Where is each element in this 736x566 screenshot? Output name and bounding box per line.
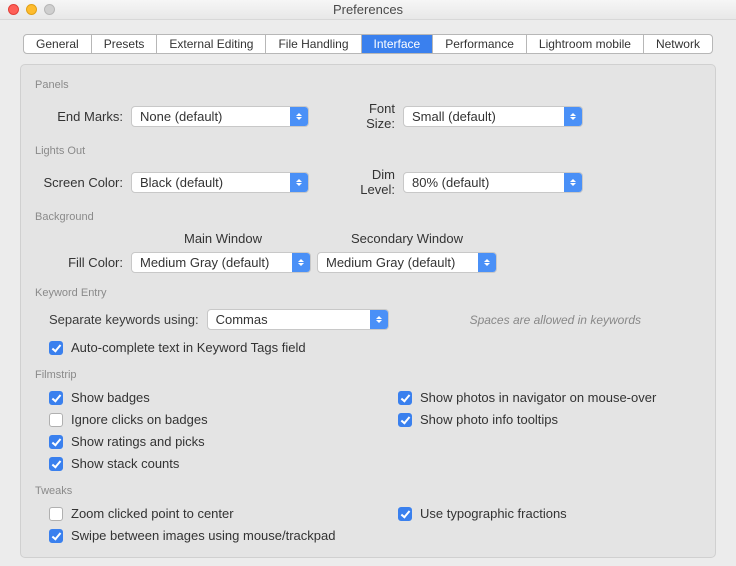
row-fill-color: Fill Color: Medium Gray (default) Medium… xyxy=(35,252,701,273)
select-value: Small (default) xyxy=(412,109,496,124)
row-ignore-clicks: Ignore clicks on badges xyxy=(49,412,368,427)
checkbox-swipe[interactable] xyxy=(49,529,63,543)
checkbox-info-tooltips[interactable] xyxy=(398,413,412,427)
row-show-stacks: Show stack counts xyxy=(49,456,368,471)
label-autocomplete: Auto-complete text in Keyword Tags field xyxy=(71,340,306,355)
checkbox-nav-mouseover[interactable] xyxy=(398,391,412,405)
group-title-lights-out: Lights Out xyxy=(35,145,701,157)
select-end-marks[interactable]: None (default) xyxy=(131,106,309,127)
tab-presets[interactable]: Presets xyxy=(92,35,158,53)
tab-label: File Handling xyxy=(278,37,348,51)
stepper-icon xyxy=(290,107,308,126)
checkbox-autocomplete[interactable] xyxy=(49,341,63,355)
minimize-window-button[interactable] xyxy=(26,4,37,15)
row-nav-mouseover: Show photos in navigator on mouse-over xyxy=(398,390,701,405)
checkbox-show-badges[interactable] xyxy=(49,391,63,405)
tab-file-handling[interactable]: File Handling xyxy=(266,35,361,53)
tab-external-editing[interactable]: External Editing xyxy=(157,35,266,53)
checkbox-typographic[interactable] xyxy=(398,507,412,521)
label-zoom-center: Zoom clicked point to center xyxy=(71,506,234,521)
header-secondary-window: Secondary Window xyxy=(315,231,499,246)
stepper-icon xyxy=(370,310,388,329)
filmstrip-options: Show badges Ignore clicks on badges Show… xyxy=(35,383,701,471)
note-spaces-allowed: Spaces are allowed in keywords xyxy=(470,313,701,327)
stepper-icon xyxy=(290,173,308,192)
tab-general[interactable]: General xyxy=(24,35,92,53)
label-end-marks: End Marks: xyxy=(35,109,131,124)
label-font-size: Font Size: xyxy=(339,101,403,131)
label-ignore-clicks: Ignore clicks on badges xyxy=(71,412,208,427)
label-info-tooltips: Show photo info tooltips xyxy=(420,412,558,427)
label-screen-color: Screen Color: xyxy=(35,175,131,190)
row-info-tooltips: Show photo info tooltips xyxy=(398,412,701,427)
close-window-button[interactable] xyxy=(8,4,19,15)
tab-label: External Editing xyxy=(169,37,253,51)
label-dim-level: Dim Level: xyxy=(339,167,403,197)
row-typographic: Use typographic fractions xyxy=(398,506,701,521)
stepper-icon xyxy=(564,173,582,192)
window-controls xyxy=(8,4,55,15)
row-panels: End Marks: None (default) Font Size: Sma… xyxy=(35,101,701,131)
checkbox-show-ratings[interactable] xyxy=(49,435,63,449)
maximize-window-button xyxy=(44,4,55,15)
tab-label: Network xyxy=(656,37,700,51)
stepper-icon xyxy=(478,253,496,272)
label-nav-mouseover: Show photos in navigator on mouse-over xyxy=(420,390,656,405)
label-show-ratings: Show ratings and picks xyxy=(71,434,205,449)
tweaks-options: Zoom clicked point to center Swipe betwe… xyxy=(35,499,701,543)
select-main-fill-color[interactable]: Medium Gray (default) xyxy=(131,252,311,273)
tab-label: Presets xyxy=(104,37,145,51)
tab-label: Performance xyxy=(445,37,514,51)
label-show-stacks: Show stack counts xyxy=(71,456,179,471)
label-typographic: Use typographic fractions xyxy=(420,506,567,521)
select-value: Medium Gray (default) xyxy=(140,255,269,270)
row-show-badges: Show badges xyxy=(49,390,368,405)
select-value: Commas xyxy=(216,312,268,327)
tab-label: Lightroom mobile xyxy=(539,37,631,51)
window-title: Preferences xyxy=(333,2,403,17)
tabs-row: General Presets External Editing File Ha… xyxy=(0,34,736,54)
select-screen-color[interactable]: Black (default) xyxy=(131,172,309,193)
select-value: None (default) xyxy=(140,109,222,124)
checkbox-zoom-center[interactable] xyxy=(49,507,63,521)
tab-network[interactable]: Network xyxy=(644,35,712,53)
select-font-size[interactable]: Small (default) xyxy=(403,106,583,127)
label-separate-keywords: Separate keywords using: xyxy=(35,312,207,327)
titlebar: Preferences xyxy=(0,0,736,20)
group-title-filmstrip: Filmstrip xyxy=(35,369,701,381)
select-secondary-fill-color[interactable]: Medium Gray (default) xyxy=(317,252,497,273)
row-keyword-separator: Separate keywords using: Commas Spaces a… xyxy=(35,309,701,330)
group-title-background: Background xyxy=(35,211,701,223)
group-title-tweaks: Tweaks xyxy=(35,485,701,497)
row-lights-out: Screen Color: Black (default) Dim Level:… xyxy=(35,167,701,197)
background-headers: Main Window Secondary Window xyxy=(35,231,701,246)
group-title-panels: Panels xyxy=(35,79,701,91)
tab-label: General xyxy=(36,37,79,51)
stepper-icon xyxy=(292,253,310,272)
select-separate-keywords[interactable]: Commas xyxy=(207,309,389,330)
row-swipe: Swipe between images using mouse/trackpa… xyxy=(49,528,368,543)
tab-performance[interactable]: Performance xyxy=(433,35,527,53)
tab-label: Interface xyxy=(374,37,421,51)
tab-interface[interactable]: Interface xyxy=(362,35,434,53)
group-title-keyword-entry: Keyword Entry xyxy=(35,287,701,299)
row-autocomplete: Auto-complete text in Keyword Tags field xyxy=(35,340,701,355)
header-main-window: Main Window xyxy=(131,231,315,246)
label-fill-color: Fill Color: xyxy=(35,255,131,270)
tab-lightroom-mobile[interactable]: Lightroom mobile xyxy=(527,35,644,53)
row-show-ratings: Show ratings and picks xyxy=(49,434,368,449)
checkbox-show-stacks[interactable] xyxy=(49,457,63,471)
select-value: 80% (default) xyxy=(412,175,489,190)
row-zoom-center: Zoom clicked point to center xyxy=(49,506,368,521)
tab-bar: General Presets External Editing File Ha… xyxy=(23,34,713,54)
label-show-badges: Show badges xyxy=(71,390,150,405)
select-value: Medium Gray (default) xyxy=(326,255,455,270)
stepper-icon xyxy=(564,107,582,126)
label-swipe: Swipe between images using mouse/trackpa… xyxy=(71,528,335,543)
select-dim-level[interactable]: 80% (default) xyxy=(403,172,583,193)
checkbox-ignore-clicks[interactable] xyxy=(49,413,63,427)
select-value: Black (default) xyxy=(140,175,223,190)
preferences-pane: Panels End Marks: None (default) Font Si… xyxy=(20,64,716,558)
